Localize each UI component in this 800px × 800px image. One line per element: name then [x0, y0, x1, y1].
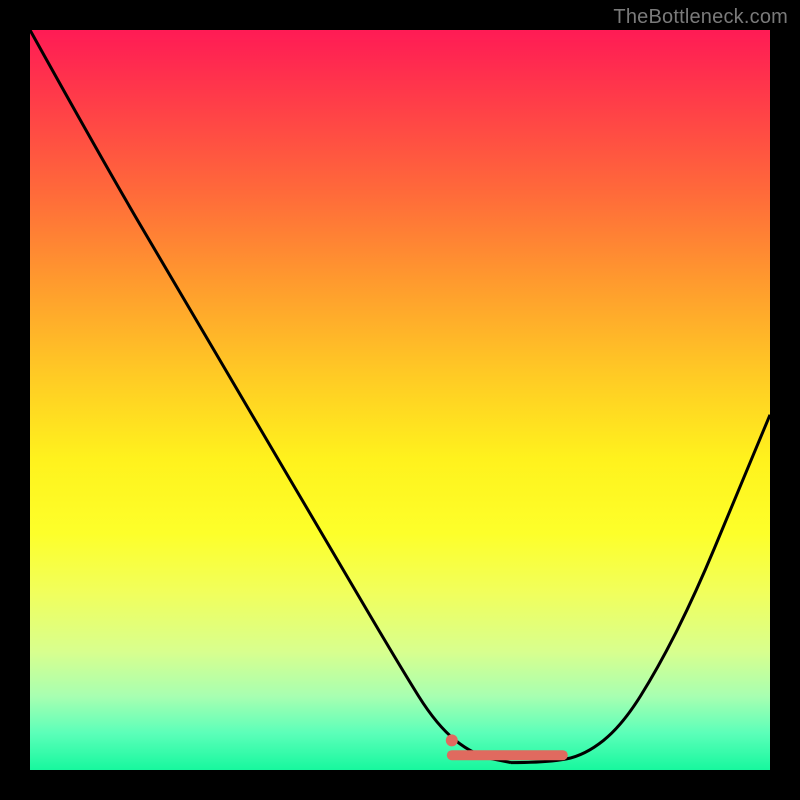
curves-svg: [30, 30, 770, 770]
chart-frame: TheBottleneck.com: [0, 0, 800, 800]
plot-area: [30, 30, 770, 770]
bottleneck-curve-left: [30, 30, 511, 763]
bottleneck-curve-right: [511, 415, 770, 763]
watermark-text: TheBottleneck.com: [613, 6, 788, 29]
highlight-dot: [446, 734, 458, 746]
